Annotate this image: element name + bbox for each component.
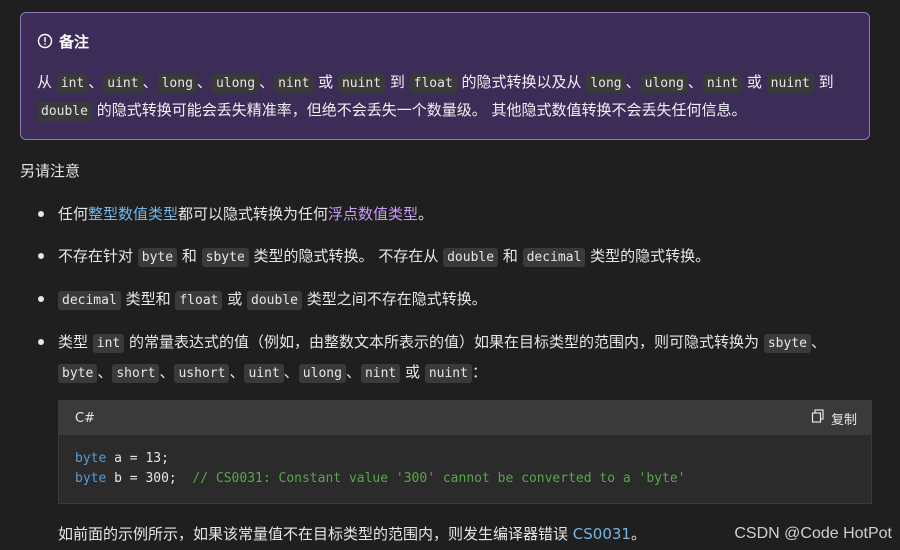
list-item: 任何整型数值类型都可以隐式转换为任何浮点数值类型。 xyxy=(38,200,878,228)
list-item: decimal 类型和 float 或 double 类型之间不存在隐式转换。 xyxy=(38,285,878,315)
code-body: byte a = 13; byte b = 300; // CS0031: Co… xyxy=(59,435,871,489)
code-ulong-2: ulong xyxy=(640,74,688,93)
code-block: C# 复制 byte a = 13; byte b = 300; // CS00… xyxy=(58,400,872,504)
code-byte: byte xyxy=(137,248,178,267)
code-ushort: ushort xyxy=(174,364,230,383)
code-sbyte: sbyte xyxy=(201,248,249,267)
code-nuint-2: nuint xyxy=(766,74,814,93)
code-uint: uint xyxy=(103,74,143,93)
note-callout: 备注 从 int、 uint、 long、 ulong、 nint 或 nuint 到 … xyxy=(20,12,870,140)
list-item: 不存在针对 byte 和 sbyte 类型的隐式转换。 不存在从 double … xyxy=(38,242,878,272)
code-nint: nint xyxy=(274,74,314,93)
code-sbyte: sbyte xyxy=(763,334,811,353)
code-long: long xyxy=(157,74,197,93)
note-title-row: 备注 xyxy=(37,31,853,51)
code-uint: uint xyxy=(244,364,284,383)
info-circle-icon xyxy=(37,33,53,49)
code-ulong: ulong xyxy=(298,364,346,383)
note-title: 备注 xyxy=(59,32,90,51)
copy-icon xyxy=(811,409,825,427)
link-cs0031[interactable]: CS0031 xyxy=(573,525,631,543)
code-int: int xyxy=(92,334,125,353)
code-int: int xyxy=(56,74,89,93)
code-decimal: decimal xyxy=(58,291,121,310)
code-line: byte b = 300; // CS0031: Constant value … xyxy=(75,471,686,486)
code-double: double xyxy=(247,291,302,310)
code-block-header: C# 复制 xyxy=(59,401,871,435)
code-double: double xyxy=(37,102,92,121)
code-float: float xyxy=(175,291,223,310)
copy-label: 复制 xyxy=(830,412,857,428)
code-float: float xyxy=(409,74,457,93)
note-text: 从 int、 uint、 long、 ulong、 nint 或 nuint 到 flo… xyxy=(37,73,834,121)
code-line: byte a = 13; xyxy=(75,451,169,466)
code-nint: nint xyxy=(360,364,401,383)
code-decimal: decimal xyxy=(522,248,586,267)
code-nint-2: nint xyxy=(702,74,743,93)
link-floating-types[interactable]: 浮点数值类型 xyxy=(328,205,418,223)
code-short: short xyxy=(112,364,160,383)
code-long-2: long xyxy=(586,74,626,93)
code-double: double xyxy=(443,248,499,267)
watermark: CSDN @Code HotPot xyxy=(734,525,892,542)
code-ulong: ulong xyxy=(211,74,260,93)
code-language-label: C# xyxy=(75,410,95,426)
code-nuint: nuint xyxy=(424,364,472,383)
aside-heading: 另请注意 xyxy=(20,162,81,180)
tail-paragraph: 如前面的示例所示，如果该常量值不在目标类型的范围内，则发生编译器错误 CS003… xyxy=(58,525,646,543)
list-item: 类型 int 的常量表达式的值（例如，由整数文本所表示的值）如果在目标类型的范围… xyxy=(38,328,878,388)
copy-button[interactable]: 复制 xyxy=(811,409,857,428)
code-byte: byte xyxy=(58,364,98,383)
code-nuint: nuint xyxy=(337,74,386,93)
link-integral-types[interactable]: 整型数值类型 xyxy=(88,205,178,223)
